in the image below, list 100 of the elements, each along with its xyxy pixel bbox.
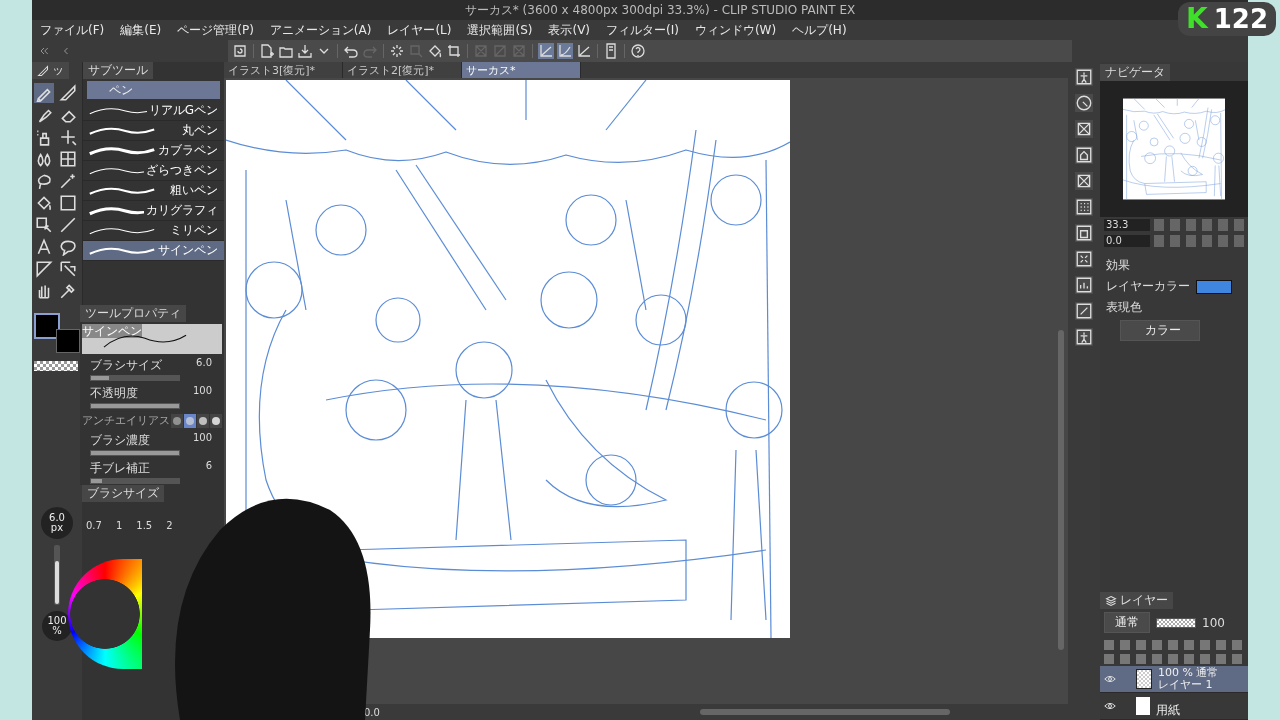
menu-item[interactable]: ヘルプ(H) xyxy=(784,21,855,39)
brush-size-preset[interactable]: 1.5 xyxy=(136,520,153,531)
tool-property-tab[interactable]: ツールプロパティ xyxy=(80,305,186,322)
layer-row[interactable]: 100 % 通常 レイヤー 1 xyxy=(1100,666,1248,693)
select-tool-icon[interactable] xyxy=(34,215,54,235)
arrow-tool-icon[interactable] xyxy=(58,259,78,279)
property-value[interactable]: 6 xyxy=(205,460,218,477)
subtool-item[interactable]: サインペン xyxy=(83,241,224,261)
layer-tab[interactable]: レイヤー xyxy=(1100,592,1173,609)
x-box-icon[interactable] xyxy=(1075,120,1093,138)
eye-icon[interactable] xyxy=(1104,673,1116,685)
tray-icon[interactable] xyxy=(297,43,313,59)
curve-icon[interactable] xyxy=(557,43,573,59)
menu-item[interactable]: ページ管理(P) xyxy=(169,21,262,39)
blend-mode-dropdown[interactable]: 通常 xyxy=(1104,612,1150,633)
property-label: ブラシサイズ xyxy=(90,357,162,374)
main-color-swatch[interactable] xyxy=(34,313,60,339)
figure-icon[interactable] xyxy=(1075,328,1093,346)
search-circle-icon[interactable] xyxy=(1075,94,1093,112)
menu-item[interactable]: 選択範囲(S) xyxy=(459,21,541,39)
line-tool-icon[interactable] xyxy=(58,215,78,235)
menu-item[interactable]: レイヤー(L) xyxy=(379,21,460,39)
stroke-icon[interactable] xyxy=(576,43,592,59)
sub-color-swatch[interactable] xyxy=(56,329,80,353)
tool-tab[interactable]: ッ xyxy=(32,62,69,79)
subtool-item[interactable]: 丸ペン xyxy=(83,121,224,141)
antialias-option[interactable] xyxy=(210,413,222,428)
property-label: 手ブレ補正 xyxy=(90,460,150,477)
expand-icon[interactable] xyxy=(1075,250,1093,268)
subtool-item[interactable]: カブラペン xyxy=(83,141,224,161)
brush-size-preset[interactable]: 0.7 xyxy=(86,520,102,531)
slider-fill[interactable] xyxy=(91,479,102,483)
navigator-tab[interactable]: ナビゲータ xyxy=(1100,64,1170,81)
color-wheel[interactable] xyxy=(68,559,142,669)
menu-item[interactable]: ファイル(F) xyxy=(32,21,113,39)
zoom-field[interactable]: 33.3 xyxy=(1104,219,1150,231)
badge-count: 122 xyxy=(1213,6,1268,32)
brush-size-tab[interactable]: ブラシサイズ xyxy=(82,485,164,502)
document-tab[interactable]: イラスト3[復元]* xyxy=(224,62,343,78)
expression-color-dropdown[interactable]: カラー xyxy=(1120,320,1200,341)
subtool-item[interactable]: カリグラフィ xyxy=(83,201,224,221)
x-box-icon[interactable] xyxy=(1075,172,1093,190)
menu-item[interactable]: フィルター(I) xyxy=(598,21,687,39)
brush-size-preset[interactable]: 2 xyxy=(166,520,173,531)
scrollbar[interactable] xyxy=(699,709,950,715)
layer-name: レイヤー 1 xyxy=(1158,679,1214,691)
menu-item[interactable]: ウィンドウ(W) xyxy=(686,21,785,39)
collapse-icon[interactable] xyxy=(38,45,50,57)
slider-fill[interactable] xyxy=(91,451,179,455)
size-slider[interactable] xyxy=(55,560,59,604)
layer-opacity-value[interactable]: 100 xyxy=(1202,615,1225,630)
bucket-icon[interactable] xyxy=(427,43,443,59)
expression-color-label: 表現色 xyxy=(1106,299,1143,316)
chart-icon[interactable] xyxy=(1075,276,1093,294)
layer-opacity-slider[interactable] xyxy=(1157,618,1195,627)
slider-fill[interactable] xyxy=(91,404,179,408)
subtool-item[interactable]: 粗いペン xyxy=(83,181,224,201)
pen-tool-icon[interactable] xyxy=(34,83,54,103)
wand-tool-icon[interactable] xyxy=(58,171,78,191)
subtool-group[interactable]: ペン xyxy=(87,81,220,99)
layer-row[interactable]: 用紙 xyxy=(1100,693,1248,720)
menu-item[interactable]: 表示(V) xyxy=(540,21,599,39)
subtool-item[interactable]: ざらつきペン xyxy=(83,161,224,181)
pencil-tool-icon[interactable] xyxy=(58,83,78,103)
stroke-icon[interactable] xyxy=(538,43,554,59)
antialias-option[interactable] xyxy=(184,413,196,428)
scrollbar[interactable] xyxy=(1058,330,1064,650)
swirl-icon[interactable] xyxy=(232,43,248,59)
antialias-option[interactable] xyxy=(171,413,183,428)
menu-item[interactable]: 編集(E) xyxy=(112,21,170,39)
eye-icon[interactable] xyxy=(1104,700,1116,712)
help-icon[interactable] xyxy=(630,43,646,59)
spinner-icon[interactable] xyxy=(389,43,405,59)
antialias-option[interactable] xyxy=(197,413,209,428)
ruler-tool-icon[interactable] xyxy=(34,259,54,279)
layer-color-swatch[interactable] xyxy=(1196,279,1232,294)
property-label: 不透明度 xyxy=(90,385,138,402)
rotation-value[interactable]: 0.0 xyxy=(364,706,380,718)
brush-size-preset[interactable]: 1 xyxy=(115,520,123,531)
phone-icon[interactable] xyxy=(603,43,619,59)
property-value[interactable]: 100 xyxy=(192,385,218,402)
layer-thumbnail xyxy=(1136,697,1150,715)
angle-field[interactable]: 0.0 xyxy=(1104,235,1150,247)
dots-icon[interactable] xyxy=(1075,198,1093,216)
new-file-icon[interactable] xyxy=(259,43,275,59)
subtool-item[interactable]: リアルGペン xyxy=(83,101,224,121)
property-value[interactable]: 100 xyxy=(192,432,218,449)
edit-icon[interactable] xyxy=(1075,302,1093,320)
transparent-color-swatch[interactable] xyxy=(34,361,78,371)
crop-icon[interactable] xyxy=(446,43,462,59)
house-icon[interactable] xyxy=(1075,146,1093,164)
figure-icon[interactable] xyxy=(1075,68,1093,86)
slider-fill[interactable] xyxy=(91,376,109,380)
subtool-tab[interactable]: サブツール xyxy=(83,62,153,79)
calendar-icon[interactable] xyxy=(1075,224,1093,242)
document-tab[interactable]: イラスト2[復元]* xyxy=(343,62,462,78)
property-value[interactable]: 6.0 xyxy=(196,357,218,374)
menu-item[interactable]: アニメーション(A) xyxy=(261,21,380,39)
document-tab[interactable]: サーカス* xyxy=(462,62,581,78)
grid-tool-icon[interactable] xyxy=(58,149,78,169)
